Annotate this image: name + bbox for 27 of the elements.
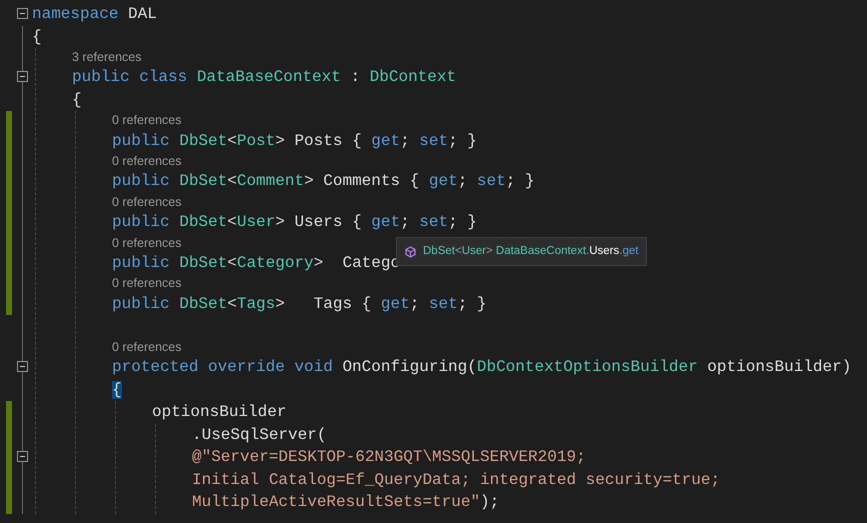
code-line: MultipleActiveResultSets=true"); (192, 492, 500, 514)
code-line: public DbSet<Comment> Comments { get; set; } (112, 171, 535, 192)
code-line: public DbSet<User> Users { get; set; } (112, 212, 477, 234)
reference-count[interactable]: 3 references (72, 48, 142, 66)
cube-icon (405, 246, 416, 258)
code-line: protected override void OnConfiguring(DbContextOptionsBuilder optionsBuilder) (112, 357, 852, 378)
collapse-icon[interactable] (17, 451, 28, 462)
collapse-icon[interactable] (17, 71, 28, 82)
reference-count[interactable]: 0 references (112, 111, 182, 130)
reference-count[interactable]: 0 references (112, 192, 182, 212)
code-line: Initial Catalog=Ef_QueryData; integrated security=true; (192, 470, 720, 491)
code-line: public class DataBaseContext : DbContext (72, 67, 456, 88)
code-line: @"Server=DESKTOP-62N3GQT\MSSQLSERVER2019; (192, 447, 586, 468)
code-line: { (72, 90, 82, 111)
collapse-icon[interactable] (17, 361, 28, 372)
tooltip-text: DbSet<User> DataBaseContext.Users.get (423, 244, 638, 259)
code-line: namespace DAL (32, 4, 157, 25)
reference-count[interactable]: 0 references (112, 234, 182, 252)
code-line: public DbSet<Post> Posts { get; set; } (112, 130, 477, 152)
code-line: optionsBuilder (152, 402, 286, 424)
code-line: .UseSqlServer( (192, 424, 326, 446)
reference-count[interactable]: 0 references (112, 274, 182, 293)
collapse-icon[interactable] (17, 8, 28, 19)
reference-count[interactable]: 0 references (112, 338, 182, 356)
code-line: public DbSet<Tags> Tags { get; set; } (112, 294, 487, 315)
code-line: { (32, 26, 42, 48)
reference-count[interactable]: 0 references (112, 152, 182, 170)
